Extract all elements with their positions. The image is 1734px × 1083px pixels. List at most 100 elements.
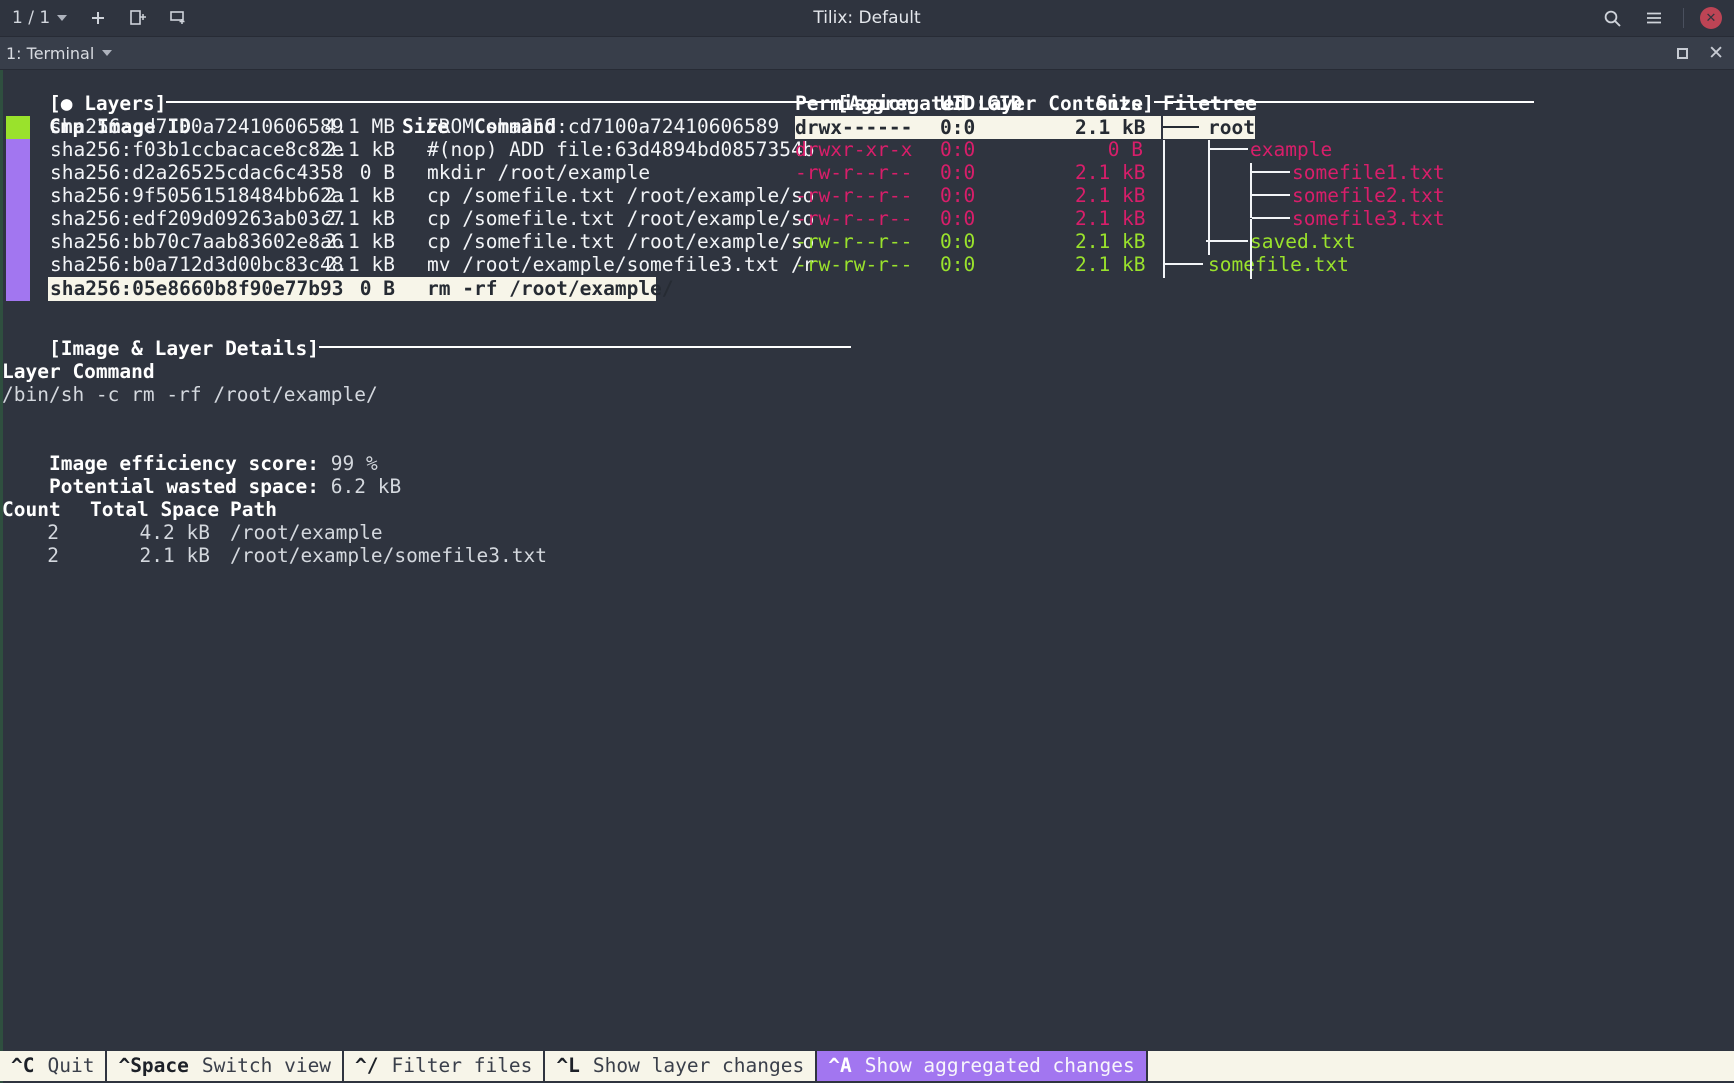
status-label-filter-files: Filter files [391,1053,533,1077]
layer-cmp-swatch [6,162,30,185]
window-close-button[interactable]: ✕ [1700,7,1722,29]
contents-row-3-permission: -rw-r--r-- [795,184,913,207]
contents-row-6-size: 2.1 kB [1075,253,1146,276]
contents-row-6-uidgid: 0:0 [940,253,976,276]
status-key-show-aggregated-changes: ^A [828,1053,852,1077]
chevron-down-icon [57,15,68,21]
contents-row-1-size: 0 B [1107,138,1143,161]
details-pane-rule [319,346,851,349]
search-icon[interactable] [1599,5,1625,31]
filetree-spacer [1250,218,1252,219]
contents-col-filetree-header: Filetree [1163,92,1257,115]
status-key-switch-view: ^Space [118,1053,189,1077]
filetree-root-stem-icon [1163,126,1199,128]
tab-terminal-1[interactable]: 1: Terminal [6,43,113,63]
layer-row-3-command: cp /somefile.txt /root/example/so [427,184,815,207]
waste-row-0-count: 2 [47,521,59,544]
contents-row-1-permission: drwxr-xr-x [795,138,913,161]
filetree-saved-stem-icon [1208,240,1248,242]
filetree-example-stem-icon [1208,148,1248,150]
contents-row-1-uidgid: 0:0 [940,138,976,161]
contents-row-4-uidgid: 0:0 [940,207,976,230]
status-label-switch-view: Switch view [201,1053,332,1077]
status-item-show-aggregated-changes[interactable]: ^A Show aggregated changes [817,1051,1148,1081]
status-key-show-layer-changes: ^L [556,1053,580,1077]
status-bar-filler [1147,1051,1734,1081]
maximize-icon[interactable] [1677,47,1689,59]
contents-row-1-name[interactable]: example [1250,138,1332,162]
filetree-example-branch-icon [1208,140,1210,255]
layer-row-6-size: 2.1 kB [324,253,395,276]
close-icon: ✕ [1705,10,1717,26]
wasted-spacer [319,475,331,498]
terminal-left-edge [0,70,3,1083]
split-vertical-icon[interactable] [125,5,151,31]
close-icon[interactable]: ✕ [1708,42,1724,64]
tab-label: 1: Terminal [6,43,95,63]
layer-cmp-swatch [6,277,30,301]
waste-row-0-path: /root/example [230,521,383,544]
wasted-space-value: 6.2 kB [330,474,402,498]
contents-row-0-name: root [1208,116,1255,139]
contents-row-0-uidgid: 0:0 [940,116,976,139]
status-label-show-aggregated-changes: Show aggregated changes [864,1053,1135,1077]
contents-row-3-size: 2.1 kB [1075,184,1146,207]
filetree-somefile2-stem-icon [1250,194,1290,196]
contents-row-5-uidgid: 0:0 [940,230,976,253]
layer-cmp-swatch [6,185,30,208]
contents-row-5-permission: -rw-r--r-- [795,230,913,253]
contents-row-3-uidgid: 0:0 [940,184,976,207]
contents-row-2-permission: -rw-r--r-- [795,161,913,184]
titlebar-right-controls: ✕ [1599,5,1722,31]
contents-row-5-size: 2.1 kB [1075,230,1146,253]
contents-col-uidgid-header: UID:GID [940,92,1023,115]
waste-row-0-space: 4.2 kB [139,521,210,544]
contents-row-6-permission: -rw-rw-r-- [795,253,913,276]
layer-cmp-swatch [6,208,30,231]
filetree-root-branch-icon [1163,140,1165,278]
session-counter-label: 1 / 1 [12,8,51,28]
hamburger-menu-icon[interactable] [1641,5,1667,31]
layer-cmp-swatch [6,254,30,277]
session-switcher[interactable]: 1 / 1 [8,6,71,30]
status-item-show-layer-changes[interactable]: ^L Show layer changes [545,1051,818,1081]
layer-row-4-command: cp /somefile.txt /root/example/so [427,207,815,230]
status-item-switch-view[interactable]: ^Space Switch view [107,1051,345,1081]
contents-row-6-name[interactable]: somefile.txt [1208,253,1349,277]
tab-window-controls: ✕ [1677,42,1724,64]
waste-col-space-header: Total Space [90,498,220,521]
waste-col-path-header: Path [230,498,277,521]
contents-row-5-name[interactable]: saved.txt [1250,230,1356,254]
layer-row-0-size: 4.1 MB [324,115,395,138]
layer-command-value: /bin/sh -c rm -rf /root/example/ [2,383,378,406]
layer-row-6-command: mv /root/example/somefile3.txt /r [427,253,815,276]
waste-col-count-header: Count [2,498,61,521]
titlebar-divider [1683,8,1684,28]
layer-row-1-size: 2.1 kB [324,138,395,161]
new-session-button[interactable] [85,5,111,31]
layer-row-2-command: mkdir /root/example [427,161,651,184]
terminal-content[interactable]: [● Layers] Cmp Image ID Size Command sha… [0,70,1734,1083]
contents-row-4-permission: -rw-r--r-- [795,207,913,230]
layer-row-1-command: #(nop) ADD file:63d4894bd0857354b [427,138,815,161]
contents-row-3-name[interactable]: somefile2.txt [1292,184,1445,208]
contents-col-permission-header: Permission [795,92,913,115]
layer-row-2-size: 0 B [359,161,395,184]
contents-col-size-header: Size [1096,92,1143,115]
filetree-corner-icon [1206,240,1208,242]
wasted-space-label: Potential wasted space: [48,474,319,498]
chevron-down-icon [102,50,113,56]
contents-row-2-name[interactable]: somefile1.txt [1292,161,1445,185]
layer-cmp-swatch [6,116,30,139]
contents-row-4-name[interactable]: somefile3.txt [1292,207,1445,231]
waste-row-1-count: 2 [47,544,59,567]
status-item-filter-files[interactable]: ^/ Filter files [344,1051,546,1081]
layer-cmp-swatch [6,231,30,254]
layer-row-5-size: 2.1 kB [324,230,395,253]
status-item-quit[interactable]: ^C Quit [0,1051,108,1081]
contents-row-2-size: 2.1 kB [1075,161,1146,184]
waste-row-1-path: /root/example/somefile3.txt [230,544,547,567]
titlebar-left-controls: 1 / 1 [8,5,191,31]
layer-row-0-command: FROM sha256:cd7100a72410606589 [427,115,780,138]
split-horizontal-icon[interactable] [165,5,191,31]
